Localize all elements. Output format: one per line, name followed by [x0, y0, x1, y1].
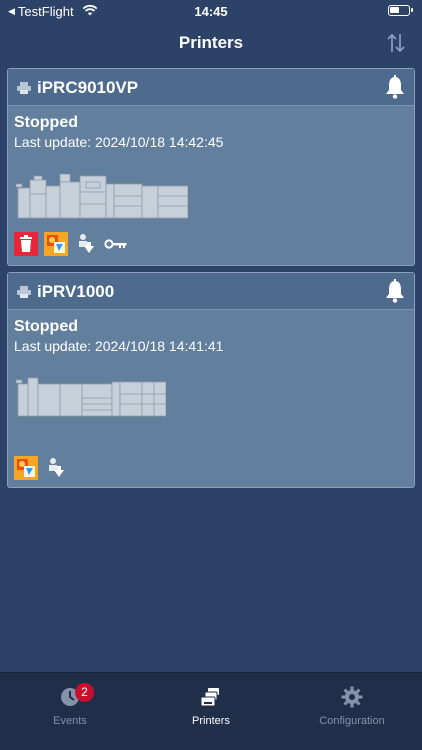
status-bar: ◀ TestFlight 14:45 [0, 0, 422, 24]
key-icon[interactable] [104, 232, 128, 256]
trash-icon[interactable] [14, 232, 38, 256]
printer-card-header: iPRV1000 [8, 273, 414, 310]
clock: 14:45 [194, 4, 228, 19]
nav-bar: Printers [0, 24, 422, 64]
sort-arrows-icon[interactable] [386, 32, 406, 54]
tab-label: Configuration [319, 715, 385, 727]
printers-stack-icon [200, 688, 219, 707]
printer-icon [17, 286, 31, 298]
download-job-icon[interactable] [74, 232, 98, 256]
tab-label: Events [53, 715, 87, 727]
last-update: Last update: 2024/10/18 14:41:41 [14, 338, 224, 354]
tab-configuration[interactable]: Configuration [282, 673, 422, 733]
color-management-icon[interactable] [14, 456, 38, 480]
color-management-icon[interactable] [44, 232, 68, 256]
printer-card[interactable]: iPRC9010VP Stopped Last update: 2024/10/… [7, 68, 415, 266]
tab-bar: 2 Events Printers Configuration [0, 672, 422, 750]
battery-icon [388, 5, 413, 16]
tab-events[interactable]: 2 Events [0, 673, 140, 733]
bell-icon[interactable] [384, 75, 406, 99]
function-icons [14, 232, 128, 256]
download-job-icon[interactable] [44, 456, 68, 480]
function-icons [14, 456, 68, 480]
last-update: Last update: 2024/10/18 14:42:45 [14, 134, 224, 150]
page-title: Printers [178, 33, 244, 52]
tab-label: Printers [192, 715, 230, 727]
printer-name: iPRV1000 [37, 282, 115, 301]
printer-card-header: iPRC9010VP [8, 69, 414, 106]
gear-icon [341, 686, 363, 708]
printer-machine-image [16, 377, 166, 417]
printer-name: iPRC9010VP [37, 78, 139, 97]
events-badge: 2 [75, 683, 94, 702]
printer-status: Stopped [14, 114, 78, 131]
printer-icon [17, 82, 31, 94]
tab-printers[interactable]: Printers [141, 673, 281, 733]
bell-icon[interactable] [384, 279, 406, 303]
printer-status: Stopped [14, 318, 78, 335]
printer-machine-image [16, 174, 188, 219]
printer-card[interactable]: iPRV1000 Stopped Last update: 2024/10/18… [7, 272, 415, 488]
